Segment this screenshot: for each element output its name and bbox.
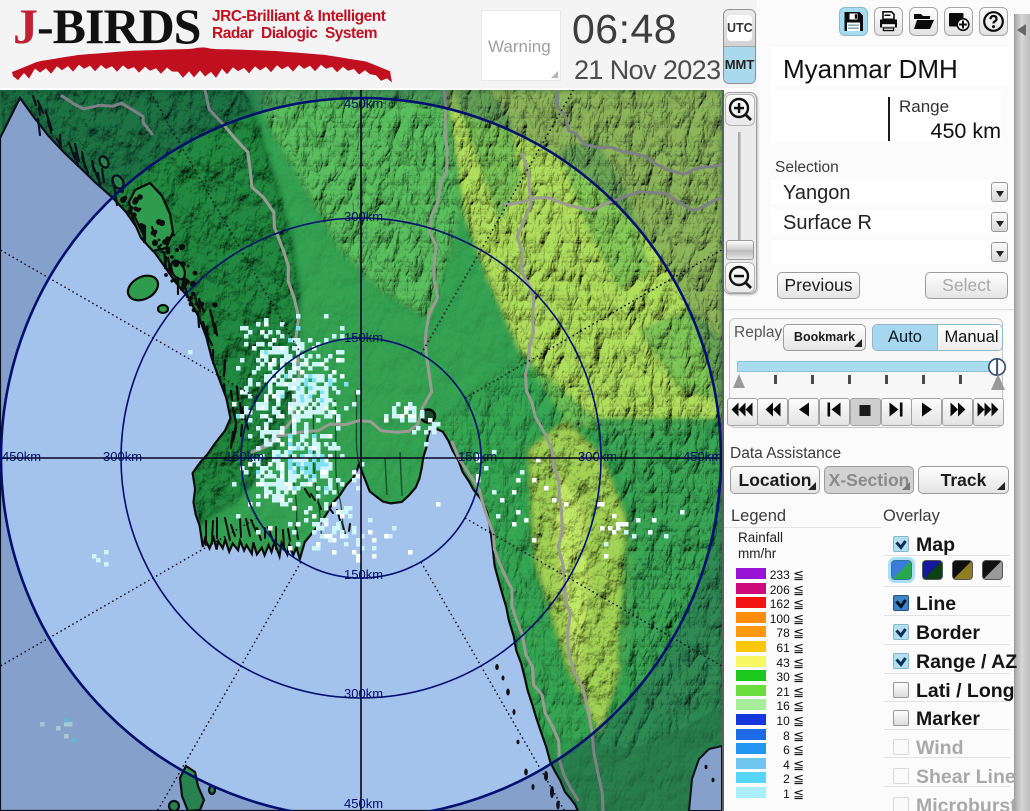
svg-text:450km: 450km xyxy=(683,449,722,464)
svg-text:150km: 150km xyxy=(458,449,497,464)
svg-text:150km: 150km xyxy=(225,449,264,464)
svg-text:300km: 300km xyxy=(578,449,617,464)
svg-text:150km: 150km xyxy=(344,567,383,582)
svg-text:150km: 150km xyxy=(344,330,383,345)
svg-text:300km: 300km xyxy=(344,686,383,701)
svg-text:450km: 450km xyxy=(2,449,41,464)
svg-text:450km: 450km xyxy=(344,96,383,111)
svg-text:300km: 300km xyxy=(344,209,383,224)
svg-text:450km: 450km xyxy=(344,796,383,811)
svg-text:300km: 300km xyxy=(103,449,142,464)
